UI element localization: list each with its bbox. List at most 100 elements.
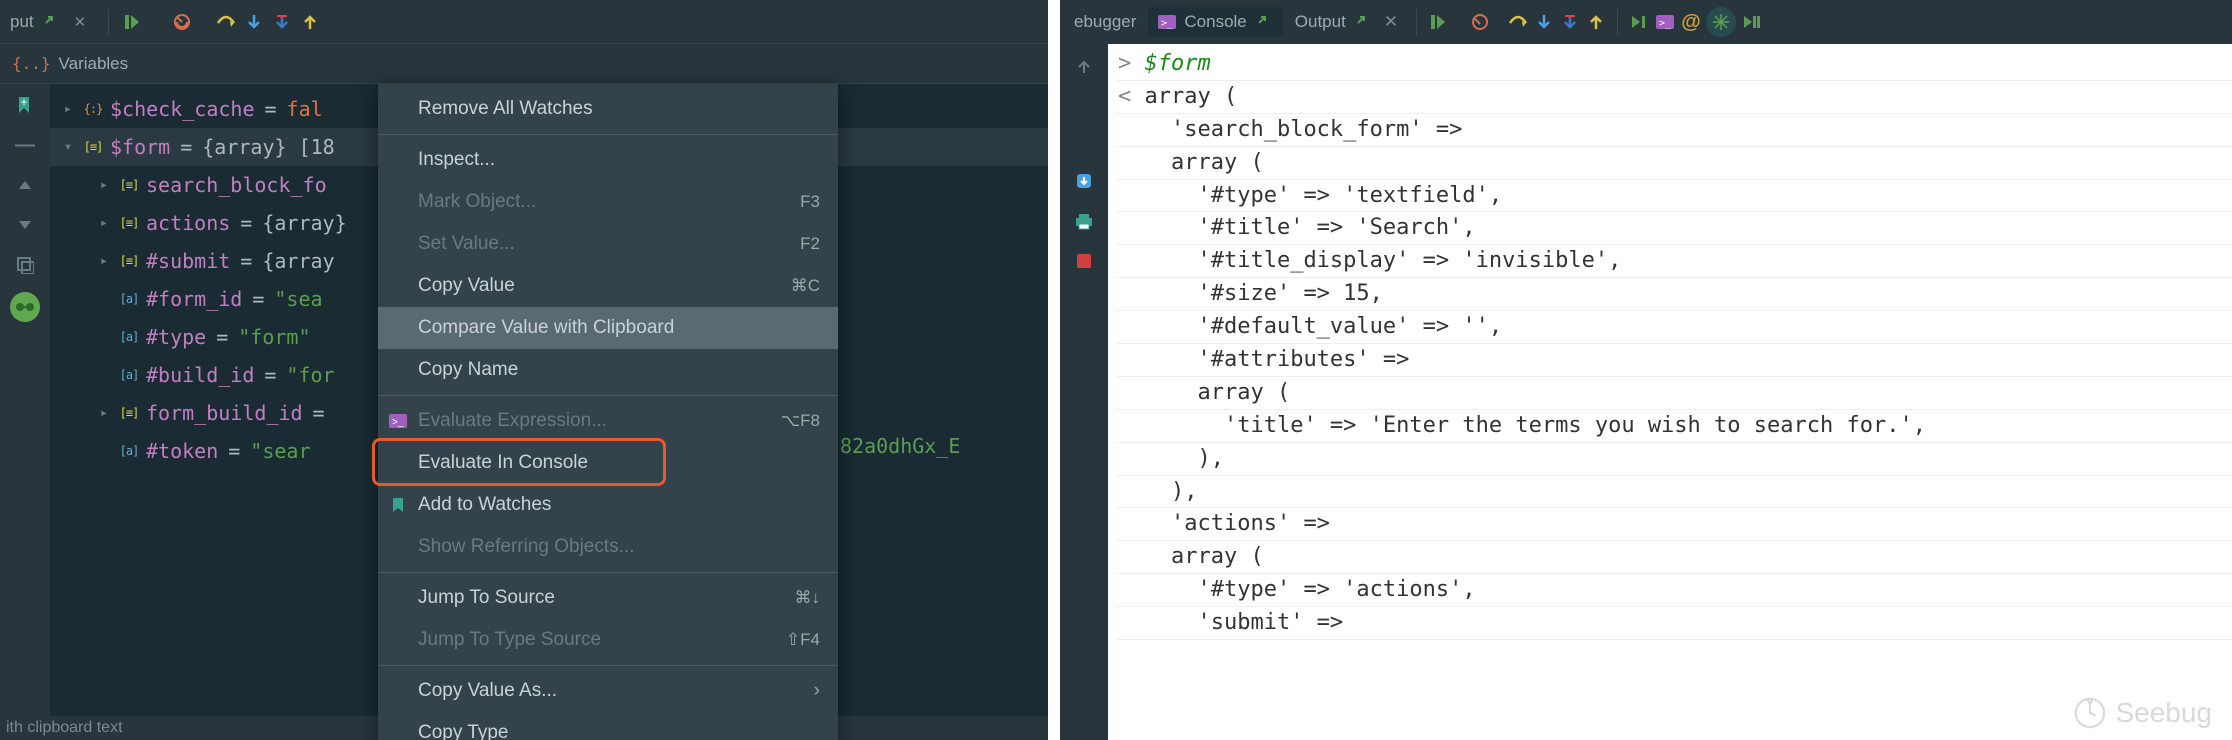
stop-icon[interactable] <box>171 11 193 33</box>
type-badge-icon: {:} <box>80 99 106 119</box>
menu-item[interactable]: Add to Watches <box>378 484 838 526</box>
stop-icon[interactable] <box>1469 11 1491 33</box>
peek-value: 82a0dhGx_E <box>840 434 960 458</box>
menu-item: Show Referring Objects... <box>378 526 838 568</box>
resume-icon[interactable] <box>121 11 143 33</box>
var-name: #type <box>146 325 206 349</box>
force-step-into-icon[interactable] <box>1559 11 1581 33</box>
console-output-line: < array ( <box>1116 81 2232 114</box>
submenu-arrow-icon: › <box>814 680 820 702</box>
bookmark-icon <box>388 495 408 515</box>
menu-item[interactable]: Copy Value As... › <box>378 670 838 712</box>
menu-item-label: Copy Type <box>418 722 508 740</box>
stop-red-icon[interactable] <box>1071 248 1097 274</box>
type-badge-icon: [≡] <box>116 403 142 423</box>
type-badge-icon: [≡] <box>116 213 142 233</box>
menu-item-label: Inspect... <box>418 149 495 171</box>
download-icon[interactable] <box>1071 168 1097 194</box>
menu-item-label: Evaluate In Console <box>418 452 588 474</box>
type-badge-icon: [a] <box>116 365 142 385</box>
tab-output[interactable]: Output ✕ <box>1287 7 1406 37</box>
variables-header: {..} Variables <box>0 44 1048 84</box>
tab-debugger[interactable]: ebugger <box>1066 8 1144 36</box>
menu-item-label: Copy Value <box>418 275 515 297</box>
context-menu[interactable]: Remove All Watches Inspect... Mark Object.… <box>378 84 838 740</box>
up-icon[interactable] <box>1071 54 1097 80</box>
type-badge-icon: [a] <box>116 327 142 347</box>
pause-icon[interactable] <box>1740 11 1762 33</box>
resume-icon[interactable] <box>1427 11 1449 33</box>
tab-output-partial[interactable]: put ✕ <box>6 7 96 37</box>
console-output-line: array ( <box>1116 541 2232 574</box>
menu-shortcut: F2 <box>800 234 820 254</box>
console-output[interactable]: > $form< array ( 'search_block_form' => … <box>1108 44 2232 740</box>
svg-text:>_: >_ <box>1659 18 1672 29</box>
expand-arrow-icon[interactable]: ▸ <box>96 215 112 231</box>
expand-arrow-icon[interactable]: ▸ <box>60 101 76 117</box>
menu-item-label: Evaluate Expression... <box>418 410 607 432</box>
force-step-into-icon[interactable] <box>271 11 293 33</box>
type-badge-icon: [a] <box>116 441 142 461</box>
menu-item[interactable]: Inspect... <box>378 139 838 181</box>
close-icon[interactable]: ✕ <box>1380 12 1398 32</box>
console-output-line: '#attributes' => <box>1116 344 2232 377</box>
triangle-up-icon[interactable] <box>12 172 38 198</box>
type-badge-icon: [a] <box>116 289 142 309</box>
console-input-line[interactable]: > $form <box>1116 48 2232 81</box>
menu-item[interactable]: Copy Type <box>378 712 838 740</box>
menu-item-label: Mark Object... <box>418 191 536 213</box>
sunglasses-icon[interactable] <box>10 292 40 322</box>
menu-item-label: Copy Value As... <box>418 680 557 702</box>
popout-icon[interactable] <box>1253 11 1275 33</box>
stack-icon[interactable] <box>12 252 38 278</box>
bookmark-add-icon[interactable]: + <box>12 92 38 118</box>
step-into-icon[interactable] <box>243 11 265 33</box>
console-output-line: '#type' => 'textfield', <box>1116 180 2232 213</box>
step-into-icon[interactable] <box>1533 11 1555 33</box>
run-to-cursor-icon[interactable] <box>1628 11 1650 33</box>
menu-item[interactable]: Jump To Source⌘↓ <box>378 577 838 619</box>
expand-arrow-icon[interactable]: ▾ <box>60 139 76 155</box>
var-name: $check_cache <box>110 97 255 121</box>
console-output-line: '#size' => 15, <box>1116 278 2232 311</box>
var-name: #submit <box>146 249 230 273</box>
expand-arrow-icon[interactable]: ▸ <box>96 405 112 421</box>
step-out-icon[interactable] <box>1585 11 1607 33</box>
popout-icon[interactable] <box>1352 11 1374 33</box>
menu-item: >_Evaluate Expression...⌥F8 <box>378 400 838 442</box>
printer-icon[interactable] <box>1071 208 1097 234</box>
right-debug-toolbar: ebugger >_ Console Output ✕ >_ @ <box>1060 0 2232 44</box>
menu-shortcut: ⌘↓ <box>795 588 821 608</box>
triangle-down-icon[interactable] <box>12 212 38 238</box>
close-icon[interactable]: ✕ <box>68 13 93 31</box>
expand-arrow-icon[interactable]: ▸ <box>96 177 112 193</box>
at-icon[interactable]: @ <box>1680 11 1702 33</box>
popout-icon[interactable] <box>40 11 62 33</box>
console-output-line: array ( <box>1116 377 2232 410</box>
menu-item[interactable]: Evaluate In Console <box>378 442 838 484</box>
braces-icon: {..} <box>12 54 51 73</box>
starburst-icon[interactable] <box>1706 7 1736 37</box>
menu-item[interactable]: Copy Name <box>378 349 838 391</box>
step-out-icon[interactable] <box>299 11 321 33</box>
menu-shortcut: F3 <box>800 192 820 212</box>
collapse-icon[interactable]: — <box>12 132 38 158</box>
console-output-line: '#type' => 'actions', <box>1116 574 2232 607</box>
console-output-line: 'search_block_form' => <box>1116 114 2232 147</box>
left-debug-toolbar: put ✕ <box>0 0 1048 44</box>
menu-item[interactable]: Copy Value⌘C <box>378 265 838 307</box>
step-over-icon[interactable] <box>215 11 237 33</box>
menu-item[interactable]: Compare Value with Clipboard <box>378 307 838 349</box>
console-output-line: 'submit' => <box>1116 607 2232 640</box>
expand-arrow-icon[interactable]: ▸ <box>96 253 112 269</box>
menu-item[interactable]: Remove All Watches <box>378 88 838 130</box>
var-name: actions <box>146 211 230 235</box>
console-output-line: '#title' => 'Search', <box>1116 212 2232 245</box>
tab-console[interactable]: >_ Console <box>1148 7 1282 37</box>
console-output-line: 'actions' => <box>1116 508 2232 541</box>
menu-item-label: Copy Name <box>418 359 518 381</box>
step-over-icon[interactable] <box>1507 11 1529 33</box>
eval-icon[interactable]: >_ <box>1654 11 1676 33</box>
right-gutter <box>1060 44 1108 740</box>
svg-text:>_: >_ <box>1161 18 1174 29</box>
